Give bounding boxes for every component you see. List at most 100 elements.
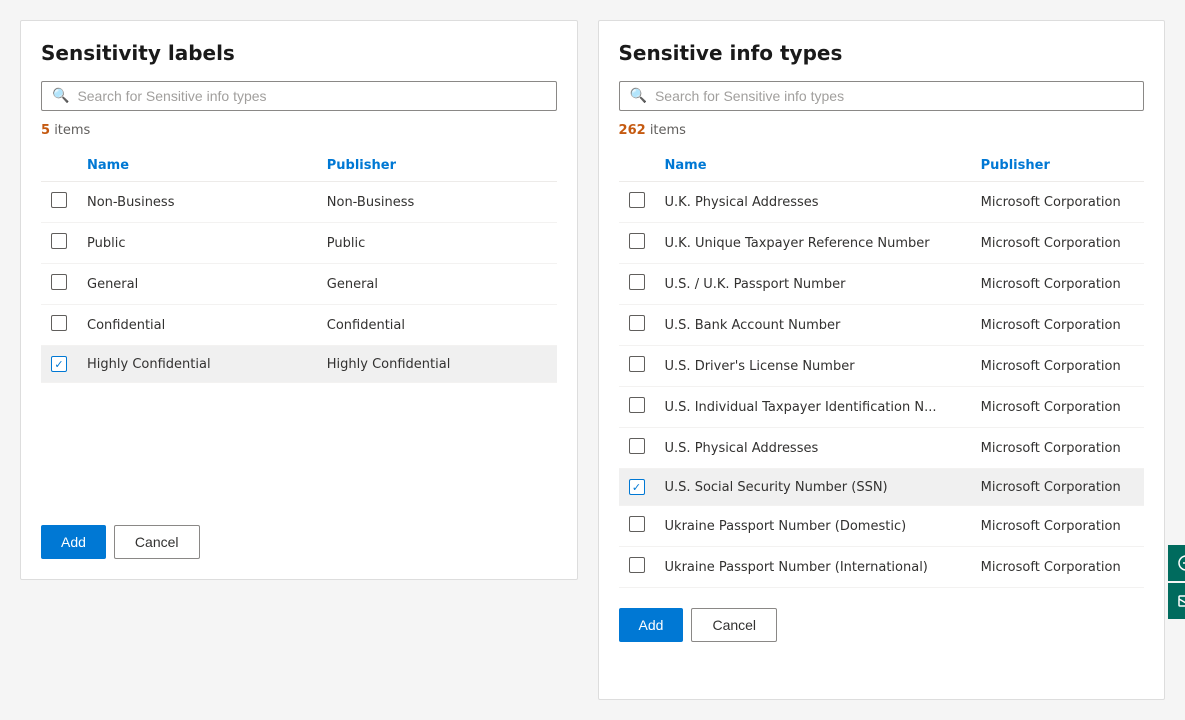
checkbox[interactable] <box>629 557 645 573</box>
right-count-number: 262 <box>619 123 646 138</box>
row-checkbox-cell[interactable] <box>619 428 655 469</box>
table-row[interactable]: U.S. Bank Account NumberMicrosoft Corpor… <box>619 305 1144 346</box>
row-name: U.S. Social Security Number (SSN) <box>655 469 971 506</box>
left-table-body: Non-BusinessNon-BusinessPublicPublicGene… <box>41 182 557 383</box>
side-chat-button[interactable] <box>1168 545 1185 581</box>
checkbox[interactable] <box>629 356 645 372</box>
row-publisher: Microsoft Corporation <box>971 264 1144 305</box>
side-message-button[interactable] <box>1168 583 1185 619</box>
right-header-name[interactable]: Name <box>655 150 971 182</box>
table-row[interactable]: ✓Highly ConfidentialHighly Confidential <box>41 346 557 383</box>
right-search-icon: 🔍 <box>630 88 647 104</box>
table-row[interactable]: U.S. / U.K. Passport NumberMicrosoft Cor… <box>619 264 1144 305</box>
row-checkbox-cell[interactable] <box>619 506 655 547</box>
left-table-container: Name Publisher Non-BusinessNon-BusinessP… <box>41 150 557 505</box>
table-row[interactable]: U.K. Unique Taxpayer Reference NumberMic… <box>619 223 1144 264</box>
checkbox[interactable] <box>629 397 645 413</box>
checkbox[interactable] <box>629 315 645 331</box>
table-row[interactable]: U.S. Individual Taxpayer Identification … <box>619 387 1144 428</box>
checkbox[interactable] <box>629 192 645 208</box>
right-count-label: items <box>650 123 686 138</box>
checkbox[interactable] <box>629 516 645 532</box>
row-checkbox-cell[interactable] <box>41 223 77 264</box>
row-checkbox-cell[interactable] <box>41 182 77 223</box>
row-name: Highly Confidential <box>77 346 317 383</box>
left-header-publisher[interactable]: Publisher <box>317 150 557 182</box>
row-checkbox-cell[interactable] <box>41 264 77 305</box>
row-publisher: Microsoft Corporation <box>971 506 1144 547</box>
row-checkbox-cell[interactable] <box>619 387 655 428</box>
table-row[interactable]: U.S. Driver's License NumberMicrosoft Co… <box>619 346 1144 387</box>
checkbox[interactable] <box>629 438 645 454</box>
row-publisher: Microsoft Corporation <box>971 346 1144 387</box>
right-search-box[interactable]: 🔍 <box>619 81 1144 111</box>
row-checkbox-cell[interactable]: ✓ <box>619 469 655 506</box>
right-table-container: Name Publisher U.K. Physical AddressesMi… <box>619 150 1144 588</box>
checkbox[interactable] <box>51 274 67 290</box>
row-name: Ukraine Passport Number (International) <box>655 547 971 588</box>
left-count-number: 5 <box>41 123 50 138</box>
right-search-input[interactable] <box>655 88 1133 104</box>
table-row[interactable]: ✓ U.S. Social Security Number (SSN)Micros… <box>619 469 1144 506</box>
row-checkbox-cell[interactable] <box>619 182 655 223</box>
table-row[interactable]: GeneralGeneral <box>41 264 557 305</box>
row-publisher: Microsoft Corporation <box>971 223 1144 264</box>
right-cancel-button[interactable]: Cancel <box>691 608 777 642</box>
table-row[interactable]: ConfidentialConfidential <box>41 305 557 346</box>
row-name: U.K. Unique Taxpayer Reference Number <box>655 223 971 264</box>
row-name: U.S. Physical Addresses <box>655 428 971 469</box>
row-name: U.S. Driver's License Number <box>655 346 971 387</box>
row-publisher: Microsoft Corporation <box>971 428 1144 469</box>
left-count-label: items <box>54 123 90 138</box>
row-name: Non-Business <box>77 182 317 223</box>
checkmark-icon: ✓ <box>54 359 63 370</box>
row-checkbox-cell[interactable] <box>619 264 655 305</box>
row-checkbox-cell[interactable] <box>619 547 655 588</box>
row-checkbox-cell[interactable] <box>619 305 655 346</box>
table-row[interactable]: PublicPublic <box>41 223 557 264</box>
checkbox[interactable] <box>51 233 67 249</box>
table-row[interactable]: Ukraine Passport Number (International)M… <box>619 547 1144 588</box>
left-table-header-row: Name Publisher <box>41 150 557 182</box>
right-table-header-row: Name Publisher <box>619 150 1144 182</box>
checkbox[interactable] <box>629 233 645 249</box>
checkbox[interactable] <box>51 192 67 208</box>
row-publisher: Confidential <box>317 305 557 346</box>
row-checkbox-cell[interactable] <box>41 305 77 346</box>
left-header-checkbox-col <box>41 150 77 182</box>
right-panel-title: Sensitive info types <box>619 41 1144 65</box>
left-table: Name Publisher Non-BusinessNon-BusinessP… <box>41 150 557 383</box>
table-row[interactable]: U.K. Physical AddressesMicrosoft Corpora… <box>619 182 1144 223</box>
row-name: Public <box>77 223 317 264</box>
left-search-box[interactable]: 🔍 <box>41 81 557 111</box>
row-checkbox-cell[interactable]: ✓ <box>41 346 77 383</box>
checkbox[interactable]: ✓ <box>629 479 645 495</box>
row-name: U.S. Bank Account Number <box>655 305 971 346</box>
row-publisher: Public <box>317 223 557 264</box>
row-name: U.S. Individual Taxpayer Identification … <box>655 387 971 428</box>
left-header-name[interactable]: Name <box>77 150 317 182</box>
left-footer-buttons: Add Cancel <box>41 517 557 559</box>
table-row[interactable]: Ukraine Passport Number (Domestic)Micros… <box>619 506 1144 547</box>
sensitivity-labels-panel: Sensitivity labels 🔍 5 items Name Publis… <box>20 20 578 580</box>
row-publisher: Non-Business <box>317 182 557 223</box>
checkbox[interactable] <box>51 315 67 331</box>
right-header-publisher[interactable]: Publisher <box>971 150 1144 182</box>
table-row[interactable]: U.S. Physical AddressesMicrosoft Corpora… <box>619 428 1144 469</box>
left-panel-title: Sensitivity labels <box>41 41 557 65</box>
right-add-button[interactable]: Add <box>619 608 684 642</box>
table-row[interactable]: Non-BusinessNon-Business <box>41 182 557 223</box>
right-panel-inner: Sensitive info types 🔍 262 items Name Pu… <box>619 41 1144 642</box>
row-checkbox-cell[interactable] <box>619 223 655 264</box>
row-checkbox-cell[interactable] <box>619 346 655 387</box>
row-publisher: Microsoft Corporation <box>971 182 1144 223</box>
checkbox[interactable] <box>629 274 645 290</box>
checkbox[interactable]: ✓ <box>51 356 67 372</box>
left-cancel-button[interactable]: Cancel <box>114 525 200 559</box>
right-header-checkbox-col <box>619 150 655 182</box>
row-publisher: Microsoft Corporation <box>971 469 1144 506</box>
left-add-button[interactable]: Add <box>41 525 106 559</box>
left-search-input[interactable] <box>77 88 545 104</box>
left-search-icon: 🔍 <box>52 88 69 104</box>
right-footer-buttons: Add Cancel <box>619 600 1144 642</box>
